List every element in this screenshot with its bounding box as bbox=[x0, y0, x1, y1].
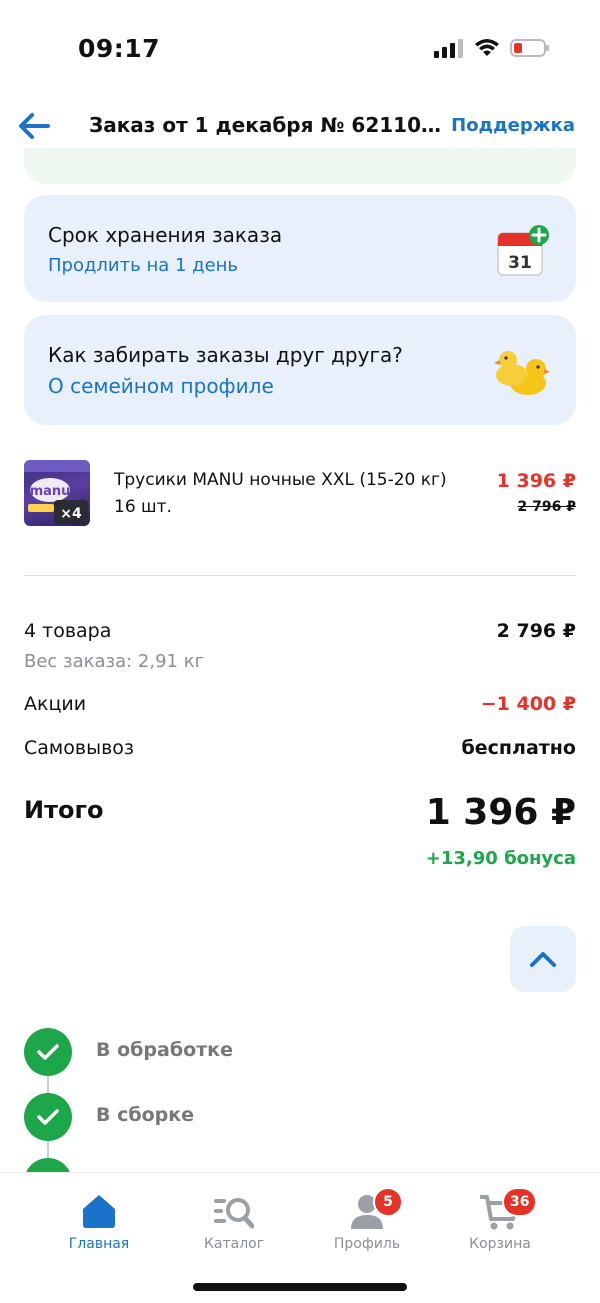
tab-catalog[interactable]: Каталог bbox=[174, 1191, 294, 1261]
wifi-icon bbox=[475, 39, 499, 56]
family-card-title: Как забирать заказы друг друга? bbox=[48, 343, 403, 367]
summary-items-row: 4 товара 2 796 ₽ Вес заказа: 2,91 кг bbox=[24, 620, 576, 680]
total-label: Итого bbox=[24, 796, 104, 824]
back-button[interactable] bbox=[14, 106, 54, 146]
svg-text:×4: ×4 bbox=[60, 506, 82, 522]
svg-text:31: 31 bbox=[508, 253, 532, 273]
calendar-icon: 31 bbox=[494, 225, 550, 283]
product-name: Трусики MANU ночные XXL (15-20 кг) bbox=[114, 470, 447, 490]
step-label: В обработке bbox=[96, 1039, 233, 1061]
promo-label: Акции bbox=[24, 693, 87, 715]
pickup-label: Самовывоз bbox=[24, 737, 134, 759]
cart-badge: 36 bbox=[502, 1187, 538, 1217]
bonus-amount: +13,90 бонуса bbox=[425, 848, 576, 869]
step-label: В сборке bbox=[96, 1104, 195, 1126]
order-status-timeline: В обработке В сборке Б bbox=[24, 1026, 576, 1172]
page-title: Заказ от 1 декабря № 621105 70... bbox=[89, 113, 451, 137]
tab-home-label: Главная bbox=[68, 1236, 130, 1252]
tab-cart[interactable]: 36 Корзина bbox=[440, 1187, 560, 1261]
status-bar: 09:17 bbox=[0, 0, 600, 96]
extend-storage-link[interactable]: Продлить на 1 день bbox=[48, 255, 238, 276]
status-time: 09:17 bbox=[78, 34, 161, 63]
order-weight: Вес заказа: 2,91 кг bbox=[24, 651, 205, 672]
collapse-button[interactable] bbox=[510, 926, 576, 992]
summary-pickup-row: Самовывоз бесплатно bbox=[24, 737, 576, 767]
family-profile-card[interactable]: Как забирать заказы друг друга? О семейн… bbox=[24, 315, 576, 425]
items-count-label: 4 товара bbox=[24, 620, 112, 642]
signal-icon bbox=[434, 39, 463, 58]
order-product[interactable]: manu ×4 Трусики MANU ночные XXL (15-20 к… bbox=[24, 460, 576, 530]
status-card-bottom bbox=[24, 148, 576, 184]
tab-cart-label: Корзина bbox=[469, 1236, 531, 1252]
support-link[interactable]: Поддержка bbox=[451, 115, 575, 136]
home-indicator bbox=[193, 1283, 407, 1291]
check-icon bbox=[24, 1093, 72, 1141]
tab-profile[interactable]: 5 Профиль bbox=[307, 1187, 427, 1261]
home-icon bbox=[83, 1195, 115, 1228]
tab-profile-label: Профиль bbox=[333, 1236, 401, 1252]
total-value: 1 396 ₽ bbox=[425, 792, 576, 833]
divider bbox=[24, 575, 576, 576]
check-icon bbox=[24, 1158, 72, 1172]
arrow-left-icon bbox=[19, 113, 50, 139]
product-image[interactable]: manu ×4 bbox=[24, 460, 90, 526]
svg-text:manu: manu bbox=[30, 484, 71, 499]
step-next: Б bbox=[24, 1158, 576, 1172]
tab-catalog-label: Каталог bbox=[203, 1236, 265, 1252]
items-total-value: 2 796 ₽ bbox=[496, 620, 576, 642]
pickup-value: бесплатно bbox=[461, 737, 576, 759]
catalog-search-icon bbox=[214, 1198, 254, 1229]
tab-home[interactable]: Главная bbox=[39, 1191, 159, 1261]
product-quantity: 16 шт. bbox=[114, 497, 172, 517]
header: Заказ от 1 декабря № 621105 70... Поддер… bbox=[0, 100, 600, 154]
battery-icon bbox=[510, 39, 549, 57]
chevron-up-icon bbox=[530, 952, 556, 967]
profile-badge: 5 bbox=[373, 1187, 403, 1217]
storage-card[interactable]: Срок хранения заказа Продлить на 1 день … bbox=[24, 195, 576, 302]
ducks-icon bbox=[494, 345, 550, 401]
storage-card-title: Срок хранения заказа bbox=[48, 223, 283, 247]
summary-promo-row: Акции −1 400 ₽ bbox=[24, 693, 576, 723]
family-profile-link[interactable]: О семейном профиле bbox=[48, 374, 274, 398]
product-old-price: 2 796 ₽ bbox=[517, 499, 576, 515]
product-price: 1 396 ₽ bbox=[496, 470, 576, 492]
step-processing: В обработке bbox=[24, 1028, 576, 1076]
promo-value: −1 400 ₽ bbox=[480, 693, 576, 715]
step-assembly: В сборке bbox=[24, 1093, 576, 1141]
check-icon bbox=[24, 1028, 72, 1076]
status-icons bbox=[434, 38, 550, 58]
